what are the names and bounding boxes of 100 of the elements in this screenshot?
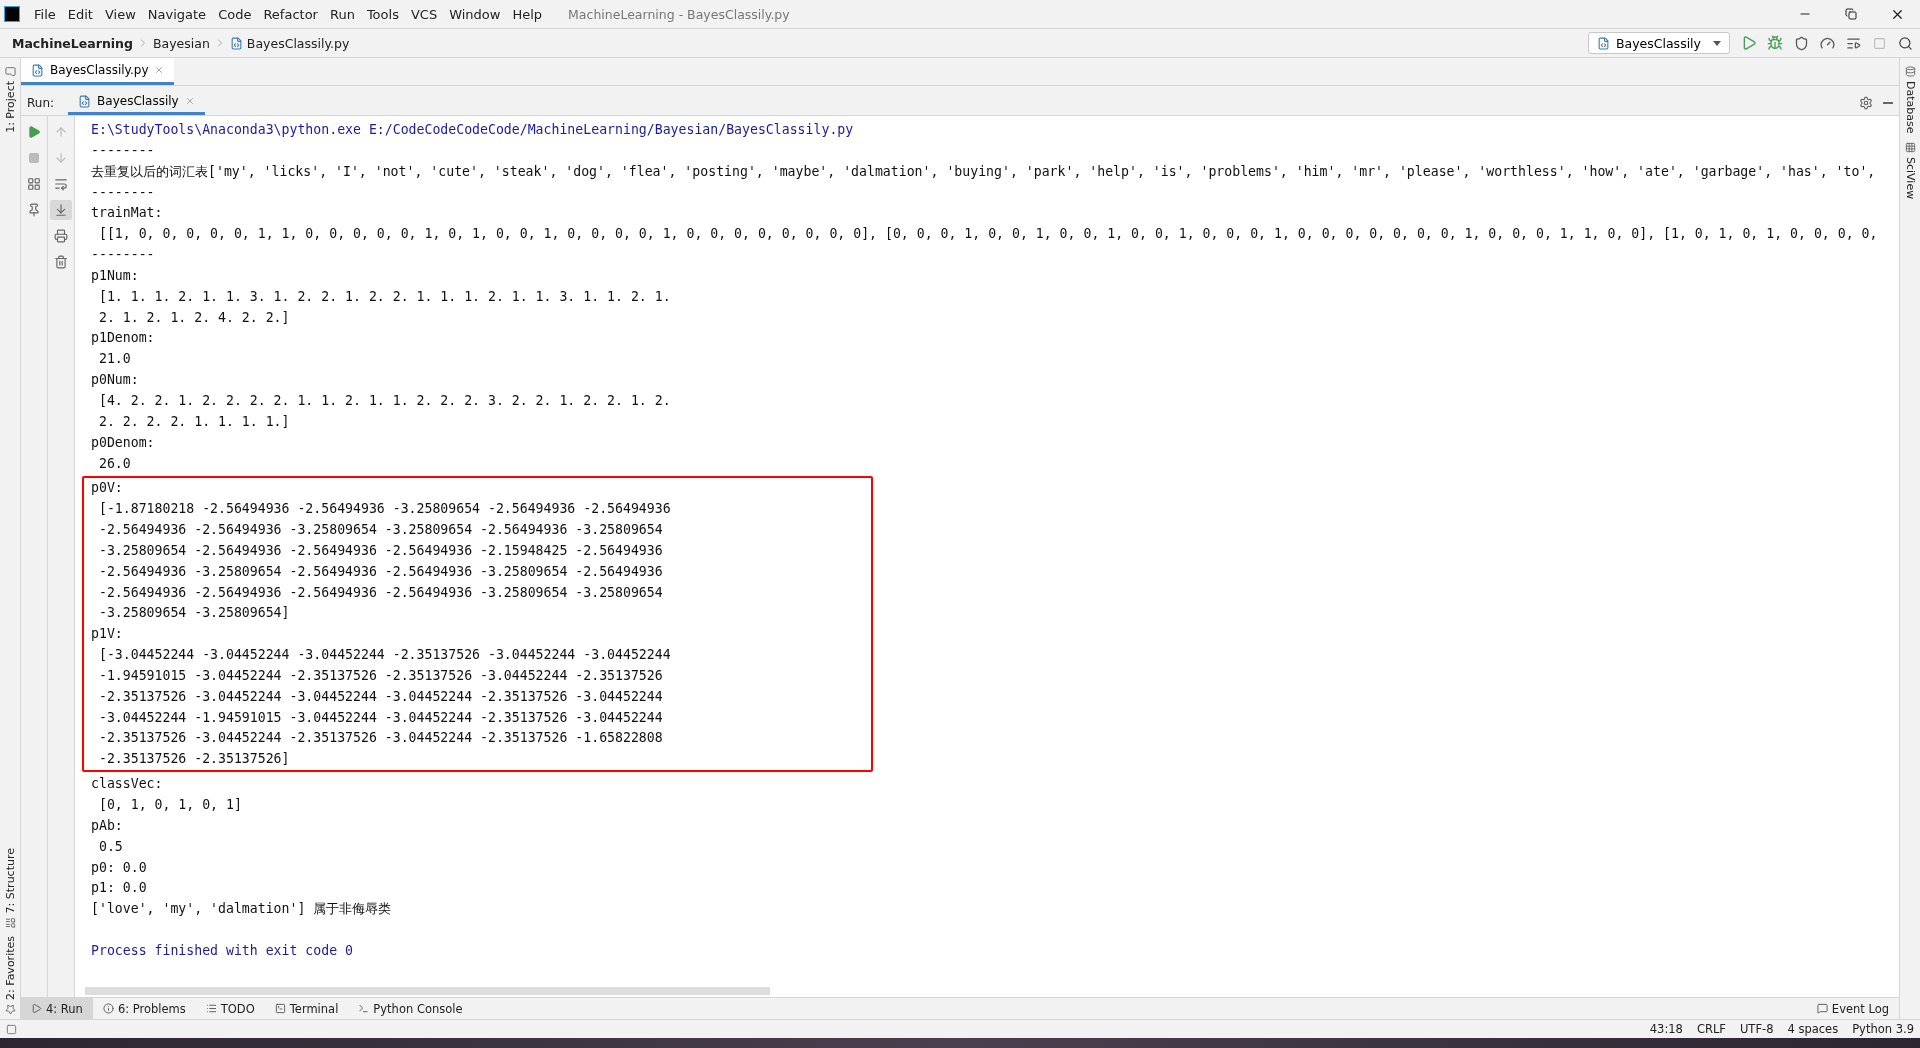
console-line: -2.56494936 -3.25809654 -2.56494936 -2.56494936 -3.25809654 -2.56494936 [97,562,663,581]
console-line: 去重复以后的词汇表['my', 'licks', 'I', 'not', 'cute', 'steak', 'dog', 'flea', 'posting', 'maybe', 'dalmation', 'buying', 'park', 'help', 'is', 'problems', 'him', 'mr', 'please', 'worthless', 'how', 'ate', 'garbage', 'has', 'to', [91,162,1876,181]
tool-tab[interactable]: TODO [195,998,265,1019]
grid-icon [27,177,41,191]
python-file-icon [31,63,44,77]
list-play-icon [1845,35,1861,51]
tool-window-button[interactable]: Database [1903,62,1917,138]
scroll-end-icon [54,203,68,217]
tool-window-button[interactable]: 2: Favorites [3,932,17,1019]
status-item[interactable]: 4 spaces [1787,1022,1839,1036]
menu-item[interactable]: Run [329,6,355,22]
status-item[interactable]: CRLF [1696,1022,1726,1036]
scrollbar[interactable] [85,987,770,995]
breadcrumb[interactable]: MachineLearning [12,35,133,51]
scroll-to-end-button[interactable] [50,200,72,220]
speech-bubble-icon [1816,1003,1828,1014]
editor-tab[interactable]: BayesClassily.py [21,58,175,85]
console-line: 21.0 [97,350,131,369]
menu-item[interactable]: Edit [67,6,93,22]
console-line: [[1, 0, 0, 0, 0, 0, 1, 1, 0, 0, 0, 0, 0, 1, 0, 1, 0, 0, 1, 0, 0, 0, 0, 1, 0, 0, 0, 0, 0, 0, 0, 0], [0, 0, 0, 1, 0, 0, 1, 0, 0, 1, 0, 0, 1, 0, 0, 0, 1, 0, 0, 0, 0, 0, 0, 0, 1, 0, 0, 0, 1, 1, 0, 0], [1, 0, 1, 0, 1, 0, 0, 0, 0, [97,225,1878,244]
search-icon [1897,35,1913,51]
console-line: -1.94591015 -3.04452244 -2.35137526 -2.35137526 -3.04452244 -2.35137526 [97,666,663,685]
menu-item[interactable]: Window [449,6,501,22]
arrow-up-icon [54,125,68,139]
arrow-down-icon [54,151,68,165]
console-line: -2.35137526 -2.35137526] [97,750,290,769]
tool-tab[interactable]: 6: Problems [92,998,196,1019]
console-line: -2.35137526 -3.04452244 -3.04452244 -3.04452244 -2.35137526 -3.04452244 [97,687,663,706]
console-line: p1Num: [91,266,139,285]
shield-icon [1793,35,1809,51]
status-item[interactable]: 43:18 [1649,1022,1683,1036]
run-config-dropdown[interactable]: BayesClassily [1587,32,1730,54]
menu-item[interactable]: View [104,6,136,22]
window-title: MachineLearning - BayesClassily.py [568,6,790,22]
grid-icon [1904,141,1916,153]
minus-icon [1883,101,1893,104]
console-line: p1V: [91,625,123,644]
project-tool-button[interactable]: 1: Project [3,62,17,137]
menu-item[interactable]: VCS [410,6,438,22]
square-icon [6,1023,17,1035]
console-line: p0: 0.0 [91,858,147,877]
breadcrumb[interactable]: Bayesian [152,35,210,51]
structure-icon [4,917,16,929]
tool-tab[interactable]: 4: Run [21,998,93,1019]
python-file-icon [229,36,243,50]
database-icon [1904,66,1916,77]
console-line: -2.35137526 -3.04452244 -2.35137526 -3.04452244 -2.35137526 -1.65822808 [97,729,663,748]
console-line: -2.56494936 -2.56494936 -3.25809654 -3.25809654 -2.56494936 -3.25809654 [97,521,663,540]
tool-window-button[interactable]: 7: Structure [3,843,17,933]
console-line: -------- [91,183,155,202]
close-icon [154,65,165,75]
close-icon [184,96,195,106]
breadcrumb[interactable]: BayesClassily.py [246,35,350,51]
menu-item[interactable]: Navigate [147,6,207,22]
console-line: p0Denom: [91,433,155,452]
menu-item[interactable]: Help [512,6,543,22]
trash-icon [54,255,68,269]
console-line: pAb: [91,816,123,835]
status-item[interactable]: UTF-8 [1739,1022,1774,1036]
console-line: p0Num: [91,371,139,390]
console-line: trainMat: [91,204,163,223]
console-line: p0V: [91,479,123,498]
tool-tab[interactable]: Terminal [264,998,349,1019]
gauge-icon [1819,35,1835,51]
terminal-icon [274,1003,286,1014]
play-icon [31,1003,42,1014]
console-line: -------- [91,246,155,265]
console-line: -3.04452244 -1.94591015 -3.04452244 -3.04452244 -2.35137526 -3.04452244 [97,708,663,727]
command-line: E:\StudyTools\Anaconda3\python.exe E:/CodeCodeCodeCode/MachineLearning/Bayesian/BayesClassily.py [91,121,854,139]
restore-icon [1845,8,1857,20]
app-logo [4,6,20,22]
menu-item[interactable]: File [34,6,56,22]
python-file-icon [78,94,92,108]
pin-icon [27,203,41,217]
console-line: -------- [91,141,155,160]
stop-icon [28,152,40,164]
wrap-icon [54,177,68,191]
stop-icon [1872,36,1886,50]
menu-item[interactable]: Refactor [263,6,318,22]
console-line: 2. 1. 2. 1. 2. 4. 2. 2.] [97,308,290,327]
console-line: [0, 1, 0, 1, 0, 1] [97,796,242,814]
gear-icon [1859,95,1873,110]
console-line: p1Denom: [91,329,155,348]
event-log-button[interactable]: Event Log [1806,998,1899,1019]
run-icon [1741,35,1757,51]
tool-tab[interactable]: Python Console [348,998,473,1019]
status-item[interactable]: Python 3.9 [1852,1022,1914,1036]
printer-icon [54,229,68,243]
menu-item[interactable]: Tools [366,6,399,22]
console-line: [4. 2. 2. 1. 2. 2. 2. 2. 1. 1. 2. 1. 1. 2. 2. 2. 3. 2. 2. 1. 2. 2. 1. 2. [97,391,671,410]
star-icon [4,1004,16,1015]
bug-icon [1767,35,1783,51]
console-line: classVec: [91,775,163,794]
console-icon [358,1003,370,1014]
console-line: [-3.04452244 -3.04452244 -3.04452244 -2.35137526 -3.04452244 -3.04452244 [97,646,671,665]
menu-item[interactable]: Code [218,6,252,22]
console-line: 2. 2. 2. 2. 1. 1. 1. 1.] [97,412,290,431]
console-line: -3.25809654 -3.25809654] [97,604,290,623]
tool-window-button[interactable]: SciView [1903,137,1917,203]
run-label: Run: [27,95,55,110]
